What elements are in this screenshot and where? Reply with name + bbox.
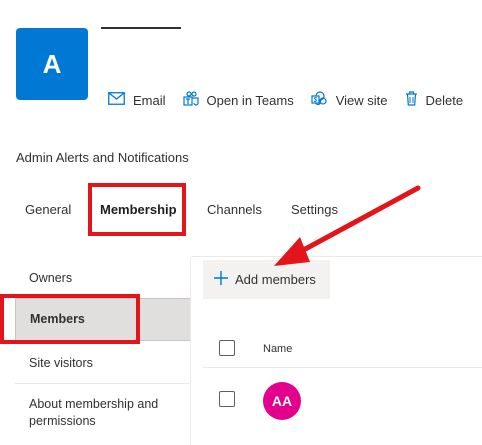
view-site-action[interactable]: View site [311, 91, 388, 109]
nav-divider [15, 383, 191, 384]
trash-icon [405, 91, 426, 109]
table-row[interactable]: AA [203, 370, 482, 430]
name-column-header[interactable]: Name [263, 343, 292, 355]
content-top-divider [191, 256, 482, 257]
avatar: AA [263, 382, 301, 420]
row-checkbox[interactable] [219, 391, 235, 407]
tab-settings[interactable]: Settings [291, 202, 338, 217]
nav-item-site-visitors[interactable]: Site visitors [15, 355, 191, 372]
open-in-teams-label: Open in Teams [206, 92, 294, 108]
delete-action[interactable]: Delete [405, 91, 464, 109]
nav-pane-divider [190, 258, 191, 445]
add-members-button[interactable]: Add members [203, 260, 330, 299]
view-site-label: View site [335, 92, 388, 108]
group-avatar: A [16, 28, 88, 100]
nav-item-members[interactable]: Members [15, 298, 191, 341]
email-action[interactable]: Email [108, 92, 166, 108]
nav-item-owners[interactable]: Owners [15, 270, 191, 287]
group-actions-bar: Email Open in Teams View site Delete [108, 91, 480, 109]
teams-icon [182, 91, 207, 109]
delete-label: Delete [425, 92, 464, 108]
add-members-label: Add members [235, 272, 316, 287]
select-all-checkbox[interactable] [219, 340, 235, 356]
email-label: Email [133, 92, 166, 108]
plus-icon [213, 270, 235, 289]
open-in-teams-action[interactable]: Open in Teams [182, 91, 294, 109]
sharepoint-icon [311, 91, 336, 109]
members-table-header: Name [203, 332, 482, 368]
selected-tab-indicator [101, 27, 181, 29]
tab-general[interactable]: General [25, 202, 71, 217]
tab-membership[interactable]: Membership [100, 202, 177, 217]
mail-icon [108, 92, 133, 108]
group-title: Admin Alerts and Notifications [16, 150, 189, 165]
tab-channels[interactable]: Channels [207, 202, 262, 217]
nav-item-about-membership[interactable]: About membership and permissions [15, 396, 191, 430]
